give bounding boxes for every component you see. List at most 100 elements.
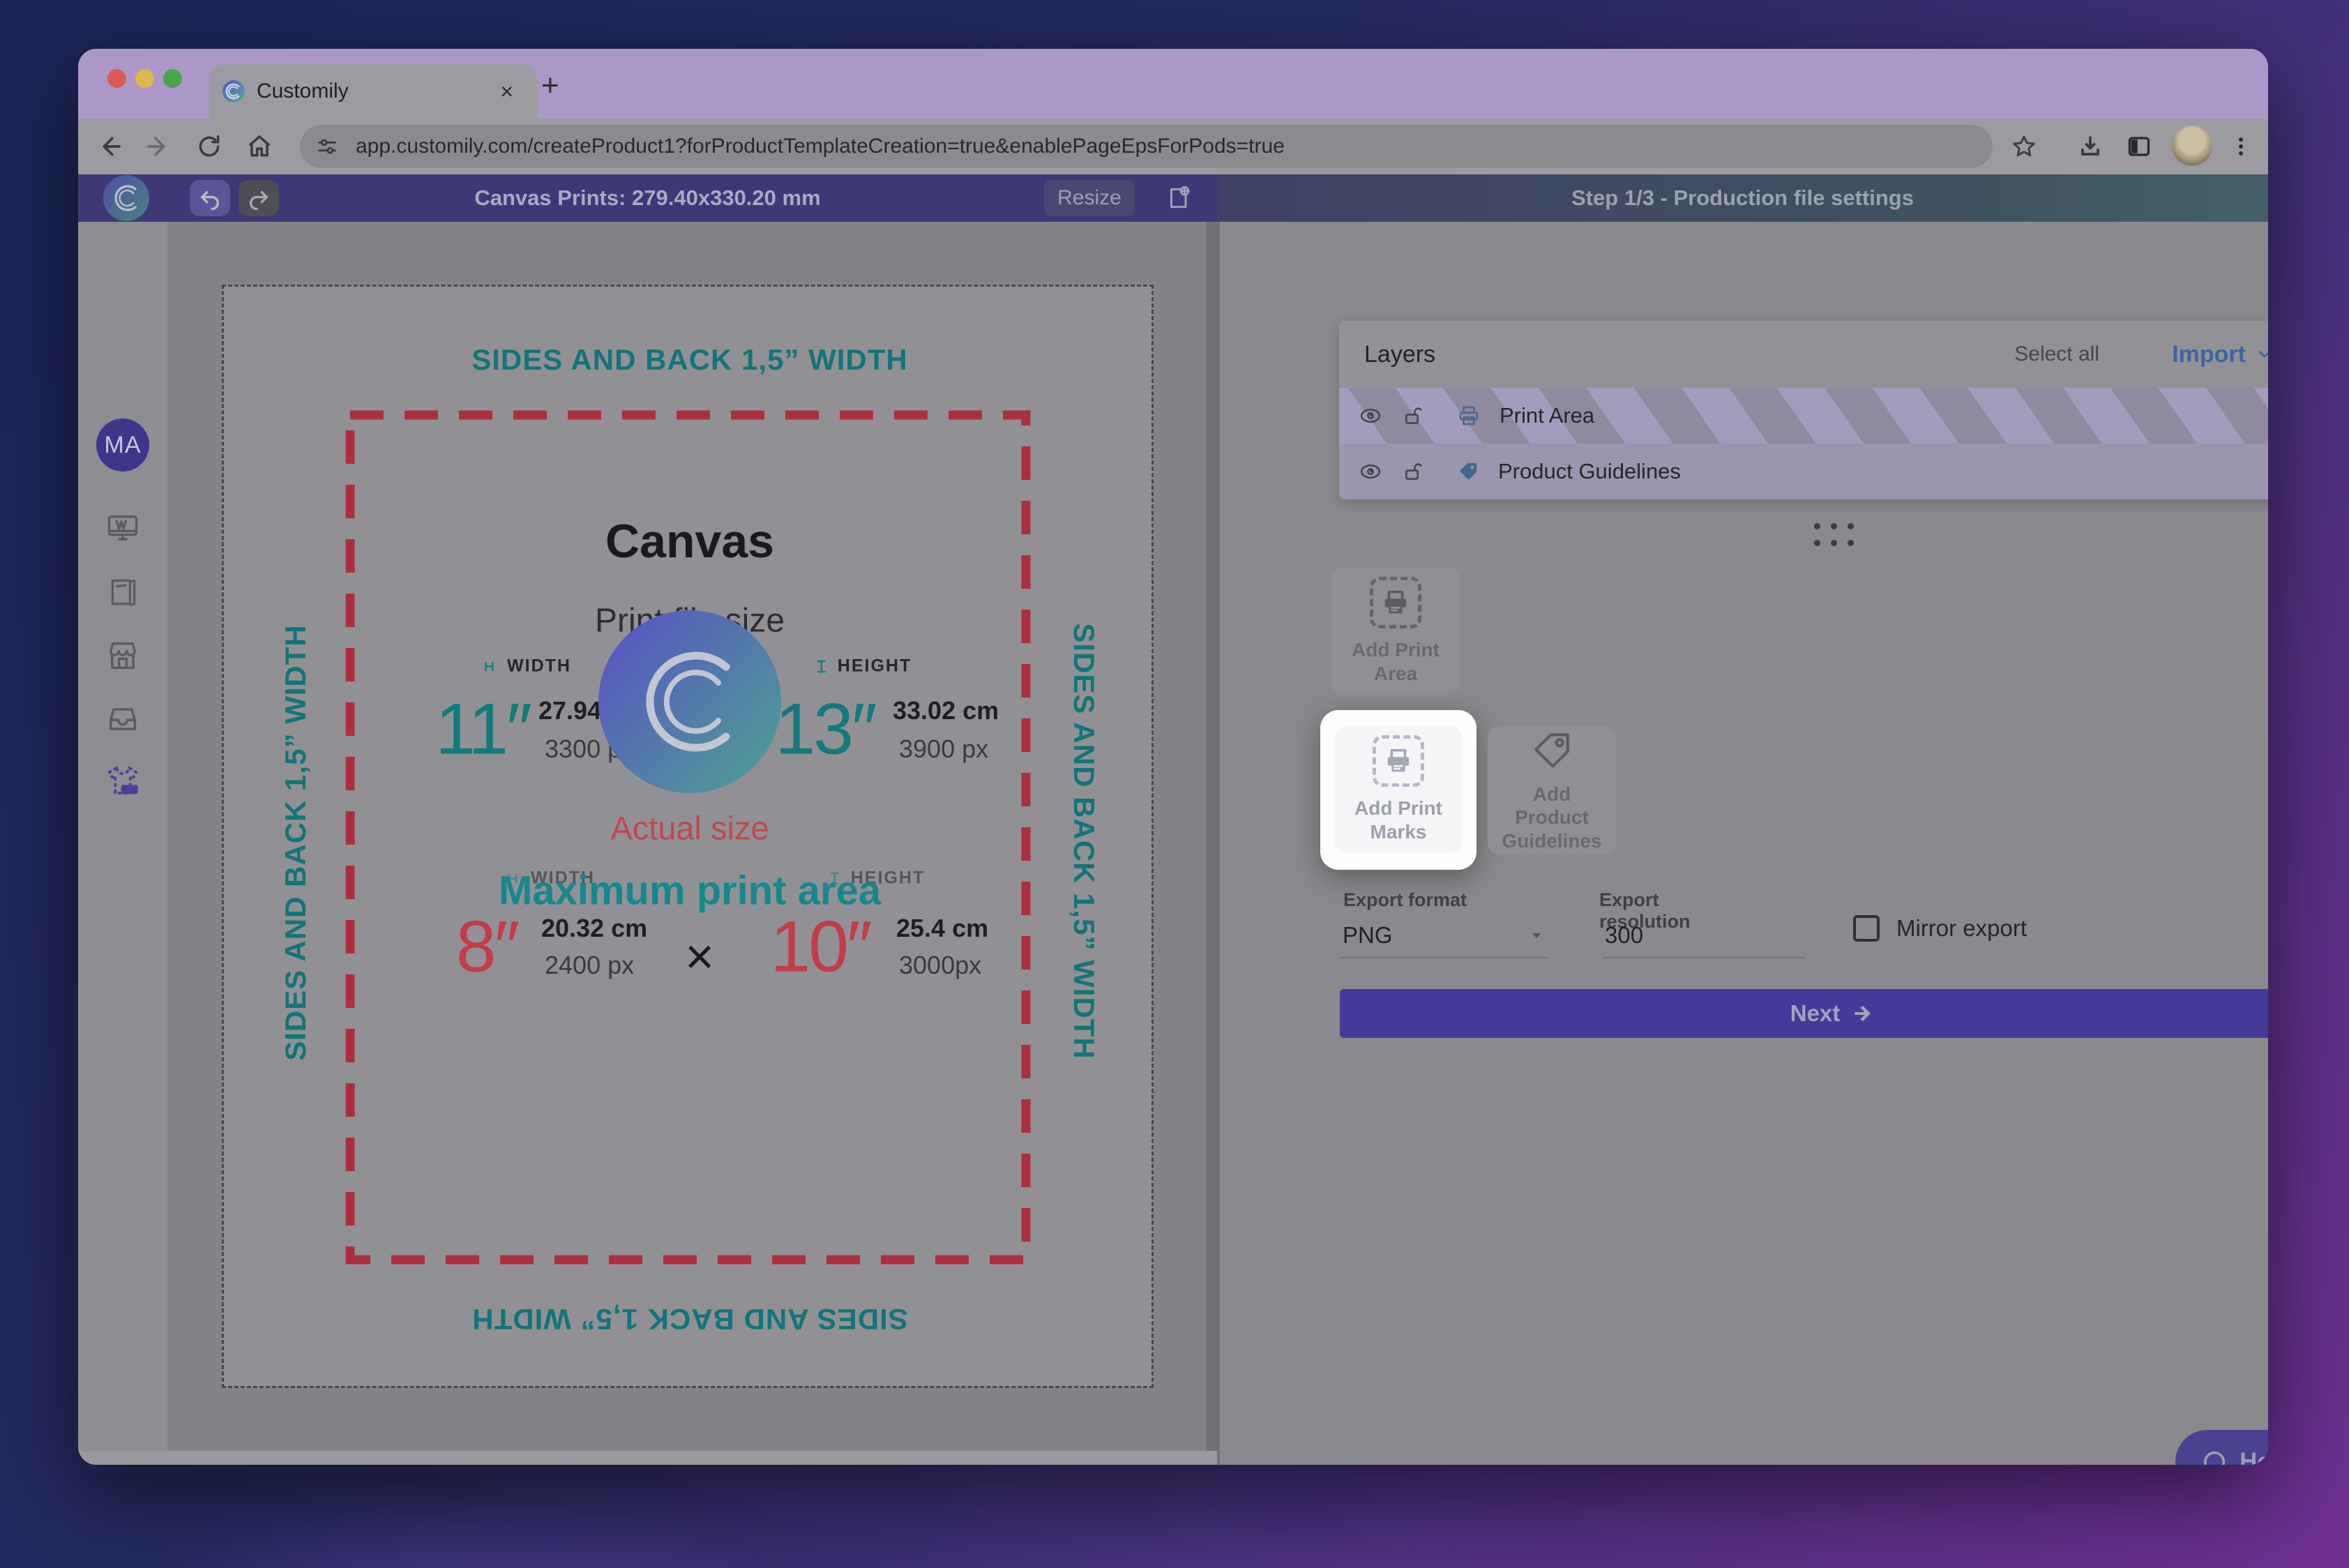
layer-row-product-guidelines[interactable]: Product Guidelines ID 2 xyxy=(1339,444,2268,499)
sidebar-item-pod-products[interactable]: POD xyxy=(78,762,167,801)
mirror-export-field[interactable]: Mirror export xyxy=(1853,915,2027,942)
reload-button[interactable] xyxy=(190,127,229,166)
minimize-window-button[interactable] xyxy=(135,69,154,88)
max-width-cm: 20.32 cm xyxy=(541,914,647,943)
horizontal-scrollbar[interactable] xyxy=(78,1451,1217,1465)
layer-id: ID 1 xyxy=(2267,403,2268,428)
export-format-select[interactable]: PNG xyxy=(1340,918,1548,958)
mirror-export-label: Mirror export xyxy=(1896,915,2027,942)
layers-header: Layers Select all Import xyxy=(1339,321,2268,388)
export-format-value: PNG xyxy=(1343,922,1393,949)
print-marks-icon xyxy=(1373,735,1424,787)
customily-watermark-logo xyxy=(597,609,783,794)
maximize-window-button[interactable] xyxy=(163,69,182,88)
back-button[interactable] xyxy=(89,127,128,166)
width-inches: 11″ xyxy=(435,688,530,771)
account-avatar[interactable]: MA xyxy=(78,419,167,472)
height-px: 3900 px xyxy=(899,734,988,764)
step-header: Step 1/3 - Production file settings xyxy=(1217,174,2268,222)
mirror-export-checkbox[interactable] xyxy=(1853,915,1880,942)
export-resolution-input[interactable]: 300 xyxy=(1602,918,1806,958)
export-format-label: Export format xyxy=(1343,889,1467,911)
new-tab-button[interactable]: + xyxy=(541,68,559,103)
side-label-bottom: SIDES AND BACK 1,5” WIDTH xyxy=(471,1302,908,1336)
customily-favicon xyxy=(222,80,246,103)
browser-profile-avatar[interactable] xyxy=(2172,126,2212,166)
chat-bubble-icon xyxy=(2200,1448,2228,1465)
add-product-guidelines-button[interactable]: Add Product Guidelines xyxy=(1488,726,1616,854)
browser-tab[interactable]: Customily × xyxy=(209,64,537,119)
actual-size-label: Actual size xyxy=(610,809,769,847)
side-label-right: SIDES AND BACK 1,5” WIDTH xyxy=(1067,623,1101,1060)
production-settings-panel: Layers Select all Import Print Area xyxy=(1220,222,2268,1465)
artboard[interactable]: SIDES AND BACK 1,5” WIDTH SIDES AND BACK… xyxy=(222,285,1154,1388)
url-bar[interactable]: app.customily.com/createProduct1?forProd… xyxy=(300,125,1993,168)
side-label-left: SIDES AND BACK 1,5” WIDTH xyxy=(279,624,312,1061)
max-width-px: 2400 px xyxy=(545,951,634,980)
height-measure-icon xyxy=(813,657,831,675)
max-height-cm: 25.4 cm xyxy=(896,914,988,943)
width-measure-icon xyxy=(482,657,500,675)
next-button[interactable]: Next xyxy=(1340,989,2268,1038)
visibility-eye-icon[interactable] xyxy=(1359,404,1382,428)
layer-name: Product Guidelines xyxy=(1498,459,1681,484)
max-width-inches: 8″ xyxy=(456,906,518,989)
height-cm: 33.02 cm xyxy=(893,696,999,725)
lock-open-icon[interactable] xyxy=(1402,460,1426,483)
max-height-px: 3000px xyxy=(899,951,981,980)
add-print-area-button[interactable]: Add Print Area xyxy=(1331,567,1460,695)
panel-drag-handle[interactable] xyxy=(1811,520,1856,548)
editor-canvas-area[interactable]: SIDES AND BACK 1,5” WIDTH SIDES AND BACK… xyxy=(167,222,1206,1465)
import-button[interactable]: Import xyxy=(2172,341,2268,368)
select-all-button[interactable]: Select all xyxy=(2014,342,2099,366)
print-area-layer-icon xyxy=(1456,403,1481,428)
next-arrow-icon xyxy=(1851,1002,1873,1025)
select-arrow-icon xyxy=(1528,927,1545,944)
forward-button[interactable] xyxy=(139,127,179,166)
tab-strip: Customily × + xyxy=(78,49,2268,119)
height-label: HEIGHT xyxy=(813,656,912,677)
editor-toolbar: Canvas Prints: 279.40x330.20 mm Resize xyxy=(78,174,1217,222)
max-height-inches: 10″ xyxy=(770,906,870,989)
layer-name: Print Area xyxy=(1500,403,1594,428)
dimensions-separator: × xyxy=(685,928,714,986)
layer-row-print-area[interactable]: Print Area ID 1 xyxy=(1339,388,2268,444)
tag-icon xyxy=(1530,728,1574,773)
layer-id: ID 2 xyxy=(2267,459,2268,484)
bookmark-star-icon[interactable] xyxy=(2004,127,2044,166)
url-text[interactable]: app.customily.com/createProduct1?forProd… xyxy=(356,135,1285,158)
visibility-eye-icon[interactable] xyxy=(1359,460,1382,483)
tag-layer-icon xyxy=(1456,460,1480,483)
width-label: WIDTH xyxy=(482,656,571,677)
browser-window: Customily × + app.customily.com/createPr… xyxy=(78,49,2268,1465)
site-settings-icon[interactable] xyxy=(315,135,339,158)
export-resolution-value: 300 xyxy=(1605,922,1643,948)
resize-button[interactable]: Resize xyxy=(1044,180,1135,216)
browser-navbar: app.customily.com/createProduct1?forProd… xyxy=(78,119,2268,174)
spotlight-highlight: Add Print Marks xyxy=(1320,710,1476,870)
layers-title: Layers xyxy=(1364,341,1435,368)
home-button[interactable] xyxy=(240,127,279,166)
side-panel-icon[interactable] xyxy=(2120,127,2159,166)
help-button[interactable]: Help xyxy=(2175,1430,2268,1465)
artboard-title: Canvas xyxy=(605,514,774,568)
browser-menu-icon[interactable] xyxy=(2221,127,2260,166)
svg-text:POD: POD xyxy=(122,787,137,794)
sidebar-item-templates[interactable] xyxy=(78,575,167,610)
close-window-button[interactable] xyxy=(107,69,126,88)
download-icon[interactable] xyxy=(2071,127,2110,166)
add-page-icon[interactable] xyxy=(1158,180,1198,216)
sidebar-item-orders[interactable] xyxy=(78,700,167,737)
add-print-marks-button[interactable]: Add Print Marks xyxy=(1334,726,1463,853)
sidebar-item-store[interactable] xyxy=(78,638,167,674)
panel-divider xyxy=(1206,222,1220,1465)
app-sidebar: MA POD xyxy=(78,222,167,1465)
side-label-top: SIDES AND BACK 1,5” WIDTH xyxy=(471,343,908,377)
sidebar-item-design-editor[interactable] xyxy=(78,511,167,547)
tab-close-icon[interactable]: × xyxy=(500,79,513,105)
lock-open-icon[interactable] xyxy=(1402,404,1426,428)
layers-panel: Layers Select all Import Print Area xyxy=(1339,321,2268,499)
height-inches: 13″ xyxy=(775,688,875,771)
tab-title: Customily xyxy=(257,80,349,103)
chevron-down-icon xyxy=(2256,345,2268,363)
